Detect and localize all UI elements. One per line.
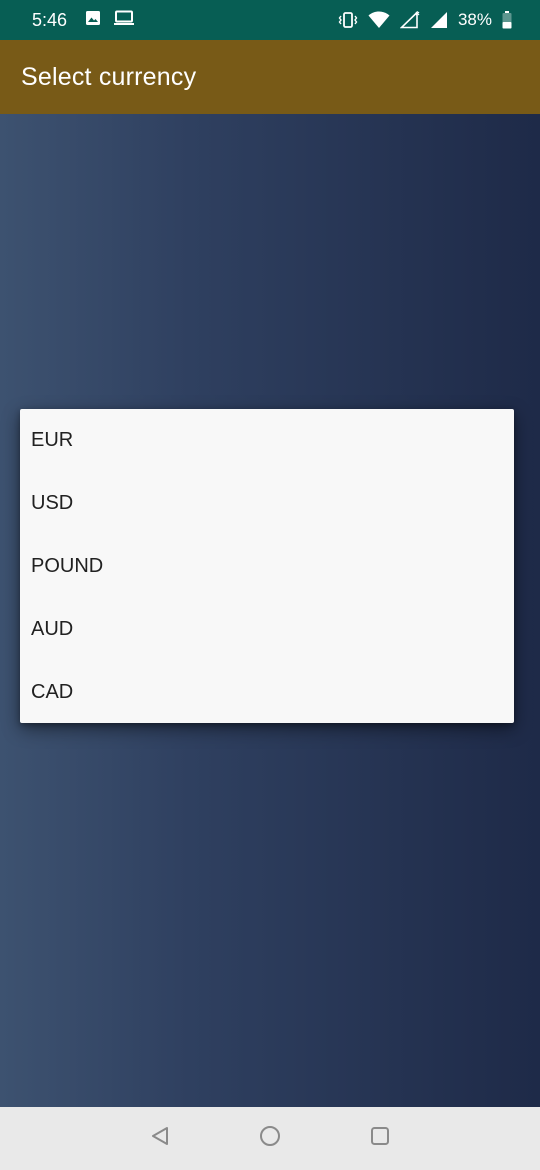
currency-dialog: EUR USD POUND AUD CAD (20, 409, 514, 723)
signal-icon (430, 11, 448, 29)
navigation-bar (0, 1107, 540, 1170)
status-bar: 5:46 38% (0, 0, 540, 40)
status-left-icons (85, 10, 135, 31)
currency-option-pound[interactable]: POUND (20, 535, 514, 598)
app-bar: Select currency (0, 40, 540, 114)
currency-option-cad[interactable]: CAD (20, 661, 514, 724)
signal-x-icon (399, 11, 420, 29)
home-icon (258, 1124, 282, 1153)
currency-option-label: USD (31, 492, 74, 514)
recents-button[interactable] (360, 1119, 400, 1159)
image-icon (85, 10, 101, 31)
page-title: Select currency (21, 62, 197, 91)
battery-icon (502, 11, 512, 29)
vibrate-icon (338, 11, 358, 29)
home-button[interactable] (250, 1119, 290, 1159)
currency-option-label: AUD (31, 618, 74, 640)
recents-icon (369, 1125, 391, 1152)
currency-option-label: CAD (31, 681, 74, 703)
status-time: 5:46 (32, 9, 68, 30)
back-icon (149, 1125, 171, 1152)
battery-percent: 38% (457, 10, 492, 29)
back-button[interactable] (140, 1119, 180, 1159)
wifi-icon (368, 11, 390, 29)
currency-option-aud[interactable]: AUD (20, 598, 514, 661)
status-right: 38% (338, 10, 512, 30)
currency-option-label: POUND (31, 555, 104, 577)
currency-option-label: EUR (31, 429, 74, 451)
currency-option-eur[interactable]: EUR (20, 409, 514, 472)
currency-option-usd[interactable]: USD (20, 472, 514, 535)
laptop-icon (113, 10, 135, 31)
